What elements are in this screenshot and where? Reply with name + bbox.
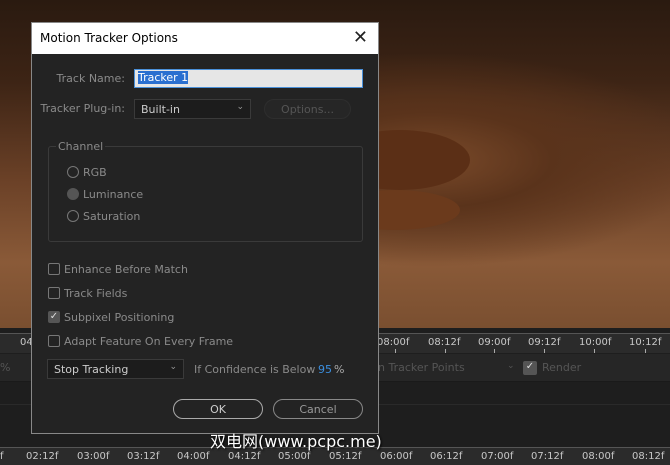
tick-label: 08:12f (428, 337, 461, 348)
tick-label: 08:00f (377, 337, 410, 348)
checkbox-label: Track Fields (64, 287, 128, 300)
tick-label: 06:00f (380, 451, 413, 462)
radio-label: Saturation (83, 210, 141, 223)
confidence-value[interactable]: 95 (318, 363, 332, 376)
tick-label: 09:00f (478, 337, 511, 348)
tick-label: 09:12f (528, 337, 561, 348)
tick-label: 03:00f (77, 451, 110, 462)
motion-tracker-options-dialog: Motion Tracker Options ✕ Track Name: Tra… (31, 22, 379, 434)
radio-label: Luminance (83, 188, 144, 201)
tracker-plugin-label: Tracker Plug-in: (40, 102, 125, 115)
tick-label: 07:12f (531, 451, 564, 462)
close-icon[interactable]: ✕ (353, 27, 368, 48)
render-checkbox[interactable]: ✓ (523, 361, 537, 375)
tick-label: 10:00f (579, 337, 612, 348)
radio-rgb[interactable] (67, 166, 79, 178)
track-name-input[interactable]: Tracker 1 (134, 69, 363, 88)
tick-label: 04:12f (228, 451, 261, 462)
options-button[interactable]: Options... (264, 99, 351, 119)
confidence-label: If Confidence is Below (194, 363, 316, 376)
chevron-down-icon: ⌄ (169, 362, 177, 372)
confidence-unit: % (334, 363, 345, 376)
render-label: Render (542, 361, 582, 374)
tick-label: 05:00f (278, 451, 311, 462)
cancel-button[interactable]: Cancel (273, 399, 363, 419)
radio-luminance[interactable] (67, 188, 79, 200)
chevron-down-icon: ⌄ (236, 102, 244, 112)
radio-saturation[interactable] (67, 210, 79, 222)
track-name-label: Track Name: (56, 72, 125, 85)
tick-label: f (0, 451, 4, 462)
tick-label: 04:00f (177, 451, 210, 462)
chevron-down-icon: ⌄ (507, 361, 515, 371)
checkbox-label: Adapt Feature On Every Frame (64, 335, 234, 348)
tick-label: 08:12f (632, 451, 665, 462)
tick-label: 07:00f (481, 451, 514, 462)
enhance-before-match-checkbox[interactable] (48, 263, 60, 275)
confidence-action-dropdown[interactable]: Stop Tracking ⌄ (47, 359, 184, 379)
channel-group: Channel RGB Luminance Saturation (48, 140, 363, 242)
tick-label: 05:12f (329, 451, 362, 462)
dialog-title: Motion Tracker Options (40, 31, 178, 45)
track-fields-checkbox[interactable] (48, 287, 60, 299)
confidence-action-value: Stop Tracking (54, 363, 129, 376)
tick-label: 08:00f (582, 451, 615, 462)
checkbox-label: Enhance Before Match (64, 263, 188, 276)
ok-button[interactable]: OK (173, 399, 263, 419)
subpixel-positioning-checkbox[interactable]: ✓ (48, 311, 60, 323)
tick-label: 02:12f (26, 451, 59, 462)
radio-label: RGB (83, 166, 107, 179)
checkbox-label: Subpixel Positioning (64, 311, 175, 324)
tracker-plugin-dropdown[interactable]: Built-in ⌄ (134, 99, 251, 119)
channel-title: Channel (56, 140, 106, 153)
title-bar[interactable]: Motion Tracker Options ✕ (32, 23, 378, 54)
tick-label: 10:12f (629, 337, 662, 348)
tracker-points-dropdown[interactable]: n Tracker Points (378, 361, 465, 374)
percent-label: % (0, 361, 11, 374)
tick-label: 06:12f (430, 451, 463, 462)
track-name-value: Tracker 1 (138, 71, 189, 84)
watermark: 双电网(www.pcpc.me) (210, 432, 382, 451)
tick-label: 03:12f (127, 451, 160, 462)
plugin-value: Built-in (141, 103, 180, 116)
adapt-feature-checkbox[interactable] (48, 335, 60, 347)
